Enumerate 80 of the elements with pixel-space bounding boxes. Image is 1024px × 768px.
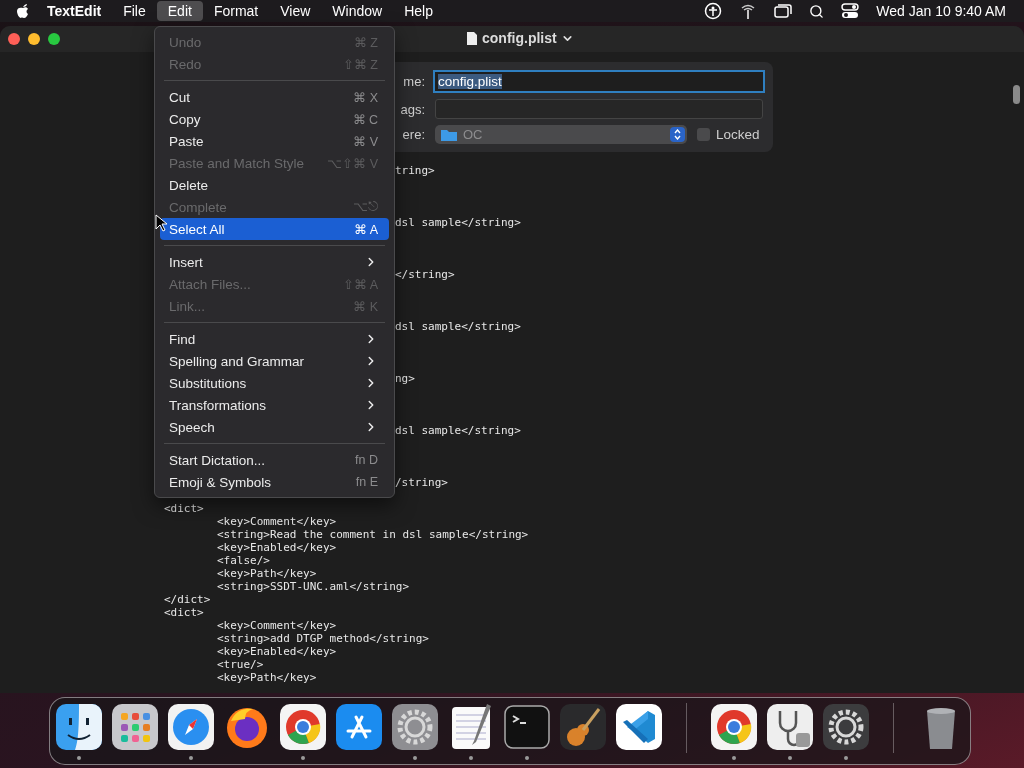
menu-bar-item[interactable]: Format <box>202 1 270 21</box>
menu-item[interactable]: Emoji & Symbols fn E <box>160 471 389 493</box>
code-line: <true/> <box>216 658 265 671</box>
menu-item[interactable]: Copy ⌘ C <box>160 108 389 130</box>
code-line: dsl sample</string> <box>395 320 522 333</box>
shortcut: fn E <box>355 475 378 489</box>
folder-icon <box>441 128 457 141</box>
menu-item[interactable]: Select All ⌘ A <box>160 218 389 240</box>
code-line: <key>Path</key> <box>216 671 318 684</box>
menu-bar-item[interactable]: File <box>112 1 157 21</box>
menu-bar-item[interactable]: Help <box>393 1 444 21</box>
locked-label: Locked <box>716 127 760 142</box>
shortcut: ⌘ X <box>353 89 378 105</box>
window-title[interactable]: config.plist <box>482 30 557 46</box>
code-line: dsl sample</string> <box>395 424 522 437</box>
windows-icon[interactable] <box>774 3 793 19</box>
menu-item[interactable]: Cut ⌘ X <box>160 86 389 108</box>
menu-bar-item[interactable]: Window <box>321 1 394 21</box>
code-line: <key>Comment</key> <box>216 515 338 528</box>
gear-icon[interactable] <box>822 703 870 751</box>
code-line: <key>Enabled</key> <box>216 541 338 554</box>
clock: Wed Jan 10 9:40 AM <box>876 3 1006 19</box>
code-line: <string>Read the comment in dsl sample</string> <box>216 528 530 541</box>
name-field[interactable]: config.plist <box>433 70 765 93</box>
code-line: <string>SSDT-UNC.aml</string> <box>216 580 411 593</box>
code-line: </string> <box>395 268 456 281</box>
code-line: <dict> <box>164 606 205 619</box>
code-line: ng> <box>395 372 416 385</box>
locked-checkbox[interactable] <box>697 128 710 141</box>
code-line: /string> <box>395 476 449 489</box>
shortcut: fn D <box>355 453 378 467</box>
terminal-icon[interactable] <box>503 703 551 751</box>
menu-item[interactable]: Transformations <box>160 394 389 416</box>
app-menu[interactable]: TextEdit <box>36 1 113 21</box>
menu-item[interactable]: Speech <box>160 416 389 438</box>
menu-bar-item[interactable]: Edit <box>156 1 203 21</box>
menu-item[interactable]: Insert <box>160 251 389 273</box>
shortcut: ⌘ A <box>353 221 378 237</box>
close-button[interactable] <box>8 33 20 45</box>
shortcut: ⌘ V <box>353 133 378 149</box>
code-line: <dict> <box>164 502 205 515</box>
menu-item[interactable]: Delete <box>160 174 389 196</box>
stethoscope-icon[interactable] <box>766 703 814 751</box>
menu-item[interactable]: Find <box>160 328 389 350</box>
guitar-icon[interactable] <box>559 703 607 751</box>
code-line: <key>Path</key> <box>216 567 318 580</box>
minimize-button[interactable] <box>28 33 40 45</box>
code-line: tring> <box>395 164 436 177</box>
stepper-icon <box>670 127 685 142</box>
code-line: <false/> <box>216 554 271 567</box>
code-line: <key>Comment</key> <box>216 619 338 632</box>
field-label: me: <box>402 74 425 89</box>
code-line: dsl sample</string> <box>395 216 522 229</box>
menu-item[interactable]: Start Dictation... fn D <box>160 449 389 471</box>
search-icon[interactable] <box>809 3 825 19</box>
zoom-button[interactable] <box>48 33 60 45</box>
cursor-icon <box>155 214 167 232</box>
gear-icon[interactable] <box>391 703 439 751</box>
app-grid-icon[interactable] <box>111 703 159 751</box>
circle-figure-icon[interactable] <box>704 2 723 20</box>
scrollbar-thumb[interactable] <box>1013 85 1020 104</box>
triangle-strokes-icon[interactable] <box>335 703 383 751</box>
control-center-icon[interactable] <box>841 3 860 19</box>
shortcut: ⌥⎋ <box>353 199 378 215</box>
apple-logo-icon[interactable] <box>16 3 30 19</box>
menu-bar-item[interactable]: View <box>269 1 322 21</box>
code-line: </dict> <box>164 593 212 606</box>
code-editor-icon[interactable] <box>615 703 663 751</box>
document-icon <box>466 30 478 46</box>
compass-icon[interactable] <box>167 703 215 751</box>
field-label: ags: <box>399 101 425 117</box>
code-line: <key>Enabled</key> <box>216 645 338 658</box>
tags-field[interactable] <box>435 99 763 119</box>
menu-item[interactable]: Substitutions <box>160 372 389 394</box>
shortcut: ⌘ C <box>352 111 378 127</box>
code-line: <string>add DTGP method</string> <box>216 632 430 645</box>
menu-item[interactable]: Paste ⌘ V <box>160 130 389 152</box>
face-icon[interactable] <box>55 703 103 751</box>
field-label: ere: <box>401 127 425 142</box>
menu-item[interactable]: Spelling and Grammar <box>160 350 389 372</box>
